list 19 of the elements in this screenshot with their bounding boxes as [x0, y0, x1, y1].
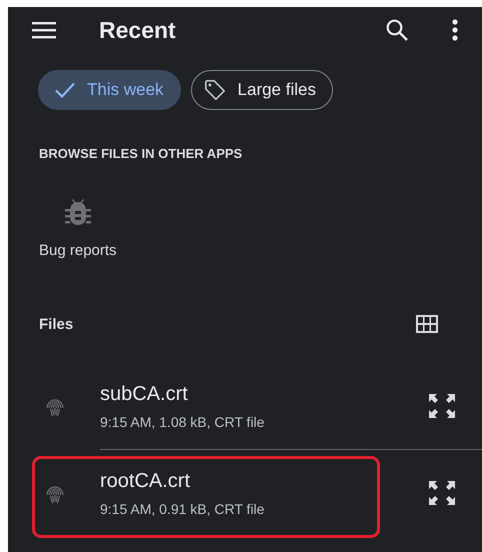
file-name[interactable]: rootCA.crt [100, 470, 428, 492]
screen-title: Recent [99, 16, 176, 44]
file-name[interactable]: subCA.crt [100, 382, 428, 406]
file-details: 9:15 AM, 0.91 kB, CRT file [100, 500, 266, 516]
grid-view-icon[interactable] [416, 315, 438, 333]
search-icon[interactable] [386, 19, 408, 41]
more-options-icon[interactable] [452, 19, 458, 41]
bug-icon[interactable] [64, 196, 92, 226]
filter-chip[interactable]: Large files [190, 70, 333, 110]
section-heading: Files [39, 316, 74, 332]
check-icon [55, 82, 75, 98]
section-heading: BROWSE FILES IN OTHER APPS [39, 146, 244, 162]
file-details: 9:15 AM, 1.08 kB, CRT file [100, 414, 266, 430]
expand-icon[interactable] [428, 393, 456, 419]
menu-icon[interactable] [32, 21, 56, 39]
app-label[interactable]: Bug reports [39, 242, 117, 259]
tag-icon [204, 79, 226, 101]
filter-chip[interactable]: This week [38, 70, 181, 110]
expand-icon[interactable] [428, 480, 456, 506]
